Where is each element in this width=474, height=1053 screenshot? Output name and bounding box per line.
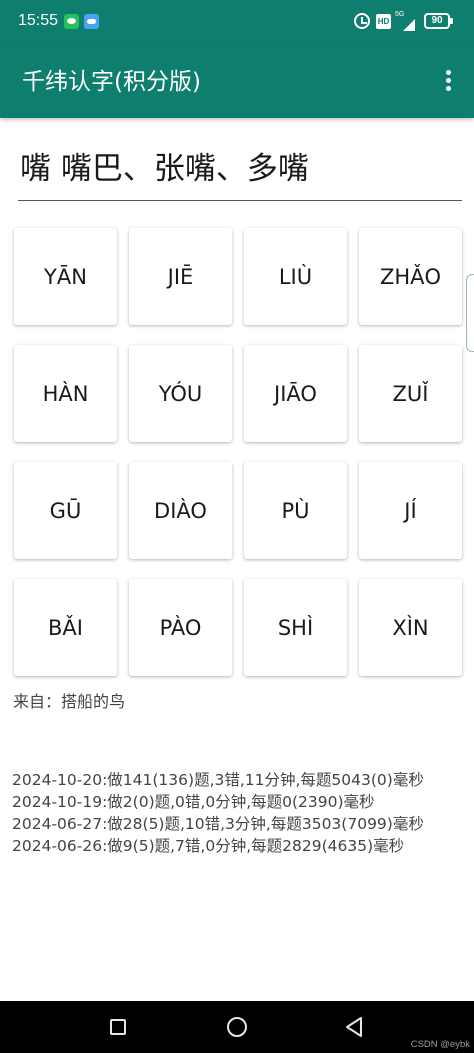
edge-panel-handle[interactable] — [466, 274, 474, 352]
answer-button-12[interactable]: JÍ — [359, 462, 462, 559]
answer-button-3[interactable]: LIÙ — [244, 228, 347, 325]
menu-dot — [446, 78, 451, 83]
recent-apps-icon[interactable] — [110, 1019, 126, 1035]
source-label: 来自：搭船的鸟 — [13, 692, 126, 711]
answer-button-1[interactable]: YĀN — [14, 228, 117, 325]
app-bar: 千纬认字(积分版) — [0, 44, 474, 118]
menu-dot — [446, 86, 451, 91]
battery-icon: 90 — [424, 13, 453, 29]
app-title: 千纬认字(积分版) — [22, 69, 201, 95]
answer-button-14[interactable]: PÀO — [129, 579, 232, 676]
answer-button-8[interactable]: ZUǏ — [359, 345, 462, 442]
answer-button-4[interactable]: ZHǍO — [359, 228, 462, 325]
back-icon[interactable] — [344, 1016, 364, 1038]
signal-label: 5G — [395, 11, 405, 18]
question-text: 嘴 嘴巴、张嘴、多嘴 — [20, 151, 309, 187]
answer-button-9[interactable]: GŪ — [14, 462, 117, 559]
nav-bar: CSDN @eybk — [0, 1001, 474, 1053]
signal-bars — [403, 19, 415, 31]
answer-button-2[interactable]: JIĒ — [129, 228, 232, 325]
more-vert-icon[interactable] — [436, 66, 460, 96]
answer-grid: YĀN JIĒ LIÙ ZHǍO HÀN YÓU JIĀO ZUǏ GŪ DIÀ… — [13, 227, 462, 677]
answer-button-15[interactable]: SHÌ — [244, 579, 347, 676]
hd-icon: HD — [376, 14, 391, 29]
answer-button-7[interactable]: JIĀO — [244, 345, 347, 442]
alarm-icon — [354, 13, 370, 29]
status-time: 15:55 — [18, 12, 59, 29]
history-item: 2024-06-27:做28(5)题,10错,3分钟,每题3503(7099)毫… — [12, 815, 424, 833]
history-list: 2024-10-20:做141(136)题,3错,11分钟,每题5043(0)毫… — [12, 769, 472, 857]
answer-button-11[interactable]: PÙ — [244, 462, 347, 559]
answer-button-13[interactable]: BǍI — [14, 579, 117, 676]
signal-icon: 5G — [395, 11, 415, 31]
watermark: CSDN @eybk — [410, 1039, 470, 1050]
history-item: 2024-10-20:做141(136)题,3错,11分钟,每题5043(0)毫… — [12, 771, 424, 789]
menu-dot — [446, 70, 451, 75]
answer-button-6[interactable]: YÓU — [129, 345, 232, 442]
cloud-icon — [84, 14, 99, 29]
home-icon[interactable] — [227, 1017, 247, 1037]
wechat-icon — [64, 14, 79, 29]
history-item: 2024-10-19:做2(0)题,0错,0分钟,每题0(2390)毫秒 — [12, 793, 375, 811]
answer-button-16[interactable]: XÌN — [359, 579, 462, 676]
answer-button-5[interactable]: HÀN — [14, 345, 117, 442]
status-bar: 15:55 HD 5G 90 — [0, 0, 474, 44]
answer-button-10[interactable]: DIÀO — [129, 462, 232, 559]
history-item: 2024-06-26:做9(5)题,7错,0分钟,每题2829(4635)毫秒 — [12, 837, 405, 855]
question-field: 嘴 嘴巴、张嘴、多嘴 — [18, 148, 462, 201]
